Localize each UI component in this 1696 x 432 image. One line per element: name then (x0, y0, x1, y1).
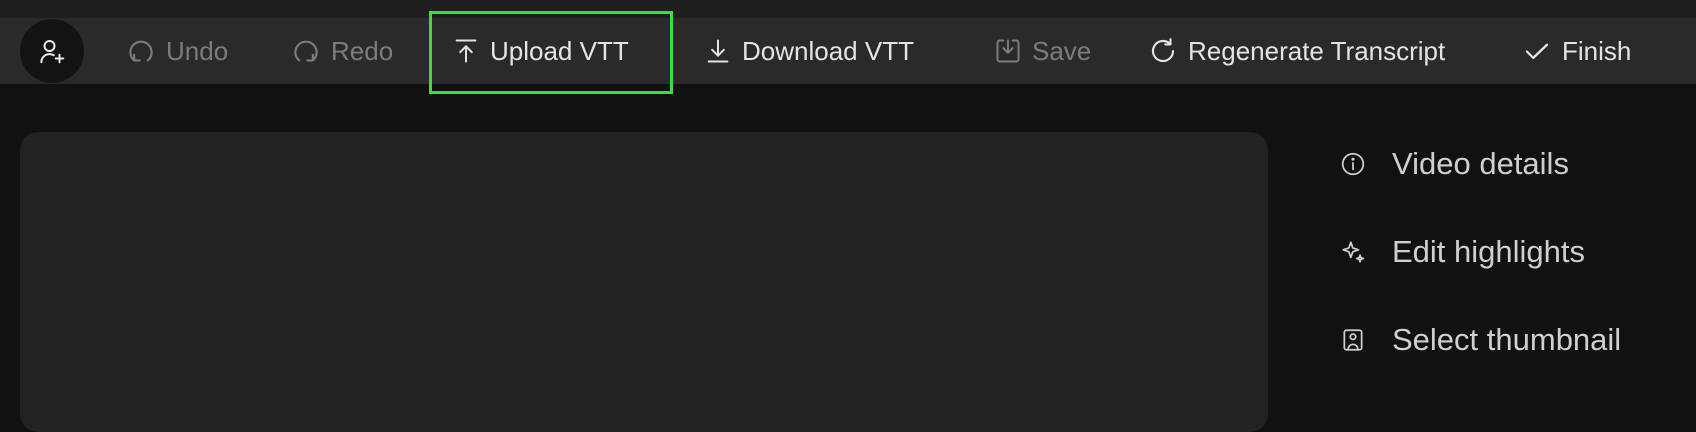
checkmark-icon (1525, 43, 1549, 59)
regenerate-transcript-button[interactable]: Regenerate Transcript (1148, 18, 1445, 84)
info-icon (1341, 152, 1365, 176)
editor-toolbar: Undo Redo Upload VTT Download VTT Save R… (0, 18, 1696, 84)
redo-label: Redo (331, 35, 394, 66)
sidebar-item-label: Select thumbnail (1392, 322, 1622, 357)
sidebar-item-edit-highlights[interactable]: Edit highlights (1340, 227, 1585, 277)
save-label: Save (1032, 35, 1092, 66)
add-collaborator-button[interactable] (20, 19, 84, 83)
upload-vtt-button[interactable]: Upload VTT (452, 18, 629, 84)
sidebar-item-label: Edit highlights (1392, 234, 1586, 269)
sidebar-item-label: Video details (1392, 146, 1569, 181)
undo-button[interactable]: Undo (126, 18, 228, 84)
upload-vtt-label: Upload VTT (490, 35, 629, 66)
add-user-icon (40, 40, 65, 64)
video-player-panel[interactable] (20, 132, 1268, 432)
refresh-icon (1151, 38, 1175, 63)
finish-label: Finish (1562, 35, 1632, 66)
finish-button[interactable]: Finish (1522, 18, 1631, 84)
upload-icon (455, 39, 477, 63)
redo-icon (294, 40, 318, 62)
sparkle-icon (1342, 241, 1365, 263)
sidebar-item-video-details[interactable]: Video details (1340, 139, 1569, 189)
regenerate-transcript-label: Regenerate Transcript (1188, 35, 1446, 66)
save-icon (996, 39, 1020, 63)
top-strip (0, 0, 1696, 18)
redo-button[interactable]: Redo (291, 18, 393, 84)
sidebar-item-select-thumbnail[interactable]: Select thumbnail (1340, 315, 1621, 365)
image-icon (1343, 329, 1363, 351)
save-button[interactable]: Save (994, 18, 1091, 84)
download-vtt-button[interactable]: Download VTT (704, 18, 914, 84)
undo-label: Undo (166, 35, 229, 66)
download-icon (707, 39, 729, 63)
download-vtt-label: Download VTT (742, 35, 914, 66)
undo-icon (129, 40, 153, 62)
